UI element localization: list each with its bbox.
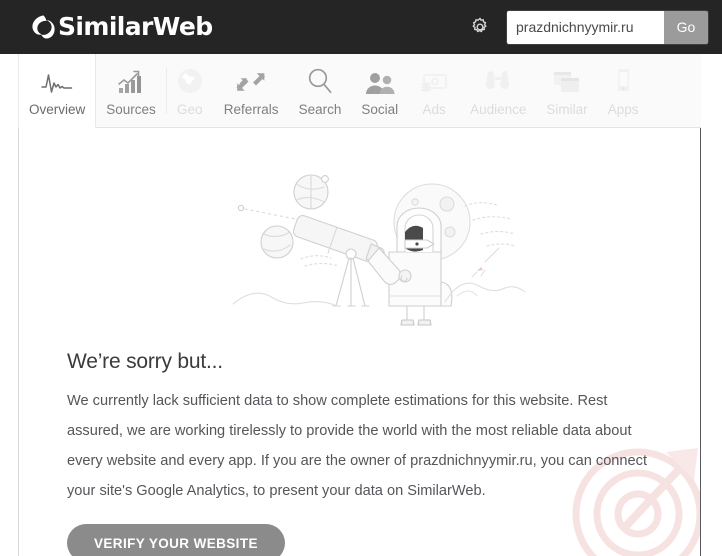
nav-label: Search <box>298 101 342 117</box>
nav-item-ads[interactable]: Ads <box>408 54 460 127</box>
nav-item-apps[interactable]: Apps <box>598 54 649 127</box>
nav-item-referrals[interactable]: Referrals <box>214 54 289 127</box>
page-body-text: We currently lack sufficient data to sho… <box>67 393 648 499</box>
nav-label: Similar <box>546 101 588 117</box>
no-data-panel: We’re sorry but... We currently lack suf… <box>18 128 701 556</box>
nav-item-sources[interactable]: Sources <box>96 54 166 127</box>
nav-item-audience[interactable]: Audience <box>460 54 536 127</box>
site-search: Go <box>507 10 708 44</box>
bar-chart-trend-icon <box>117 65 145 95</box>
header-actions: Go <box>465 0 722 54</box>
search-input[interactable] <box>507 10 664 44</box>
similarweb-droplet-logo <box>32 15 55 39</box>
brand-logo[interactable]: SimilarWeb <box>30 0 213 54</box>
nav-label: Overview <box>29 101 86 117</box>
no-data-message: We’re sorry but... We currently lack suf… <box>67 350 667 556</box>
astronaut-with-telescope-illustration <box>232 174 526 326</box>
page-title: We’re sorry but... <box>67 350 223 373</box>
main-nav: Overview Sources Geo Referrals Search So… <box>18 54 701 128</box>
nav-item-overview[interactable]: Overview <box>18 54 97 128</box>
mobile-phone-icon <box>611 65 635 95</box>
nav-label: Social <box>361 101 399 117</box>
nav-label: Ads <box>422 101 446 117</box>
gear-icon[interactable] <box>465 12 495 42</box>
nav-item-geo[interactable]: Geo <box>165 54 214 127</box>
nav-label: Geo <box>177 101 203 117</box>
stacked-windows-icon <box>551 65 583 95</box>
nav-item-search[interactable]: Search <box>289 54 352 127</box>
nav-label: Audience <box>470 101 527 117</box>
two-arrows-icon <box>234 65 268 95</box>
banknote-money-icon <box>418 65 450 95</box>
site-header: SimilarWeb Go <box>0 0 722 54</box>
search-go-button[interactable]: Go <box>664 10 708 44</box>
nav-label: Apps <box>607 101 639 117</box>
brand-name: SimilarWeb <box>58 12 213 41</box>
nav-label: Referrals <box>223 101 279 117</box>
pulse-line-icon <box>41 65 73 95</box>
nav-item-similar[interactable]: Similar <box>536 54 597 127</box>
verify-website-button[interactable]: VERIFY YOUR WEBSITE <box>67 524 285 556</box>
magnifier-icon <box>306 65 334 95</box>
globe-icon <box>176 65 204 95</box>
similarweb-page: SimilarWeb Go Overview <box>0 0 722 556</box>
nav-item-social[interactable]: Social <box>351 54 408 127</box>
nav-label: Sources <box>106 101 156 117</box>
binoculars-icon <box>483 65 513 95</box>
two-people-icon <box>364 65 396 95</box>
